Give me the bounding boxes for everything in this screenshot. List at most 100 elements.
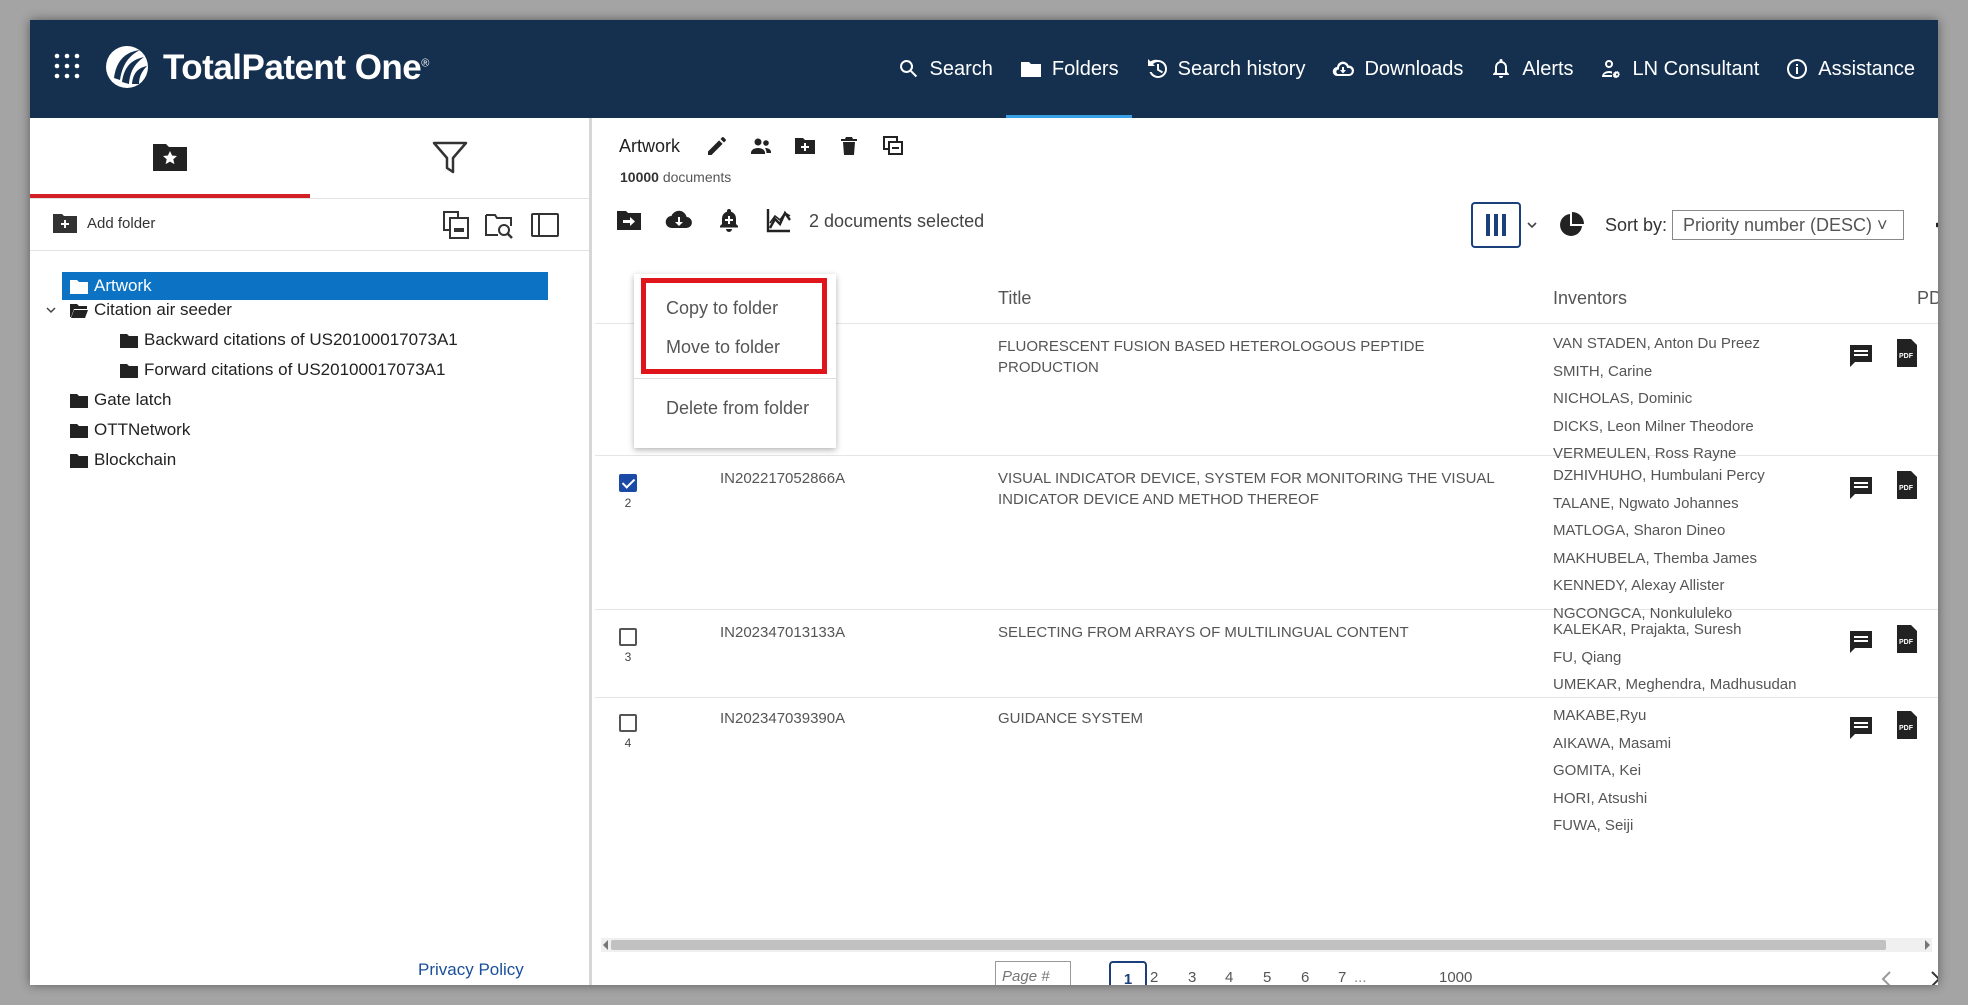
document-title[interactable]: VISUAL INDICATOR DEVICE, SYSTEM FOR MONI…	[998, 468, 1508, 510]
row-number: 3	[624, 650, 632, 664]
column-view-button[interactable]	[1471, 202, 1521, 248]
pdf-icon[interactable]: PDF	[1895, 470, 1919, 500]
nav-search-history-label: Search history	[1177, 57, 1306, 80]
page-button[interactable]: 2	[1150, 969, 1158, 985]
apps-grid-icon[interactable]	[52, 51, 82, 81]
pie-chart-icon[interactable]	[1557, 211, 1585, 239]
selection-count: 2 documents selected	[809, 211, 985, 231]
chevron-left-icon[interactable]	[1877, 967, 1897, 985]
sort-select[interactable]: Priority number (DESC) ˅	[1672, 210, 1904, 240]
comment-icon[interactable]	[1847, 714, 1875, 742]
logo-icon	[106, 46, 148, 88]
page-button[interactable]: 6	[1301, 969, 1309, 985]
pencil-icon	[708, 137, 726, 155]
comment-icon[interactable]	[1847, 474, 1875, 502]
tab-filter[interactable]	[310, 118, 590, 198]
folder-item-ottnetwork[interactable]: OTTNetwork	[70, 416, 190, 444]
pdf-icon[interactable]: PDF	[1895, 338, 1919, 368]
chevron-right-icon[interactable]	[1925, 967, 1938, 985]
row-checkbox[interactable]	[619, 714, 637, 732]
duplicate-folder-button[interactable]	[881, 134, 907, 160]
pdf-icon[interactable]: PDF	[1895, 624, 1919, 654]
folder-label: Forward citations of US20100017073A1	[144, 360, 446, 379]
gear-icon[interactable]	[1934, 210, 1938, 240]
folder-icon	[120, 363, 138, 378]
pdf-icon[interactable]: PDF	[1895, 710, 1919, 740]
inventor: TALANE, Ngwato Johannes	[1553, 494, 1739, 512]
folder-item-citation-air-seeder[interactable]: Citation air seeder	[70, 296, 232, 324]
copy-folders-icon	[443, 211, 469, 239]
add-folder-button[interactable]: Add folder	[52, 212, 155, 234]
scrollbar-thumb[interactable]	[611, 940, 1886, 950]
row-checkbox[interactable]	[619, 474, 637, 492]
toggle-panel-button[interactable]	[530, 210, 560, 240]
nav-assistance[interactable]: Assistance	[1772, 20, 1928, 118]
menu-item-delete-from-folder[interactable]: Delete from folder	[666, 398, 809, 419]
publication-number[interactable]: IN202347013133A	[720, 624, 845, 641]
column-header-inventors[interactable]: Inventors	[1553, 288, 1627, 309]
page-button-last[interactable]: 1000	[1439, 969, 1472, 985]
inventor: FUWA, Seiji	[1553, 817, 1634, 835]
delete-folder-button[interactable]	[837, 134, 863, 160]
publication-number[interactable]: IN202347039390A	[720, 710, 845, 727]
search-icon	[899, 60, 917, 78]
inventor: MAKHUBELA, Themba James	[1553, 549, 1757, 567]
column-header-title[interactable]: Title	[998, 288, 1031, 309]
publication-number[interactable]: IN202217052866A	[720, 470, 845, 487]
folder-item-gate-latch[interactable]: Gate latch	[70, 386, 172, 414]
page-number-input[interactable]	[995, 961, 1071, 985]
nav-assistance-label: Assistance	[1818, 57, 1915, 80]
logo-text[interactable]: TotalPatent One®	[163, 48, 429, 88]
sidebar-panel-icon	[531, 213, 559, 237]
add-alert-button[interactable]	[715, 206, 743, 234]
privacy-policy-link[interactable]: Privacy Policy	[418, 960, 524, 980]
comment-icon[interactable]	[1847, 628, 1875, 656]
chevron-down-icon[interactable]	[1525, 218, 1539, 232]
scroll-right-arrow[interactable]	[1925, 940, 1930, 950]
document-title[interactable]: FLUORESCENT FUSION BASED HETEROLOGOUS PE…	[998, 336, 1508, 378]
nav-ln-consultant[interactable]: LN Consultant	[1587, 20, 1773, 118]
folder-label: OTTNetwork	[94, 420, 191, 439]
inventors-list: DZHIVHUHO, Humbulani Percy TALANE, Ngwat…	[1553, 462, 1765, 628]
analytics-button[interactable]	[765, 206, 793, 234]
folder-item-backward-citations[interactable]: Backward citations of US20100017073A1	[120, 326, 458, 354]
search-folders-button[interactable]	[484, 210, 514, 240]
nav-search-history[interactable]: Search history	[1132, 20, 1319, 118]
user-gear-icon	[1601, 60, 1620, 79]
comment-icon[interactable]	[1847, 342, 1875, 370]
rename-button[interactable]	[705, 134, 731, 160]
page-button[interactable]: 4	[1225, 969, 1233, 985]
cloud-download-icon	[665, 210, 692, 229]
add-folder-icon	[795, 138, 815, 154]
nav-folders[interactable]: Folders	[1005, 20, 1132, 118]
copy-folders-button[interactable]	[442, 210, 472, 240]
cloud-download-icon	[1333, 61, 1355, 77]
inventor: KALEKAR, Prajakta, Suresh	[1553, 621, 1742, 638]
horizontal-scrollbar[interactable]	[601, 938, 1932, 952]
nav-search[interactable]: Search	[884, 20, 1006, 118]
nav-folders-label: Folders	[1051, 57, 1119, 80]
document-title[interactable]: GUIDANCE SYSTEM	[998, 708, 1508, 729]
folder-item-blockchain[interactable]: Blockchain	[70, 446, 176, 474]
folder-item-forward-citations[interactable]: Forward citations of US20100017073A1	[120, 356, 445, 384]
document-title[interactable]: SELECTING FROM ARRAYS OF MULTILINGUAL CO…	[998, 622, 1508, 643]
chevron-down-icon[interactable]	[44, 303, 58, 317]
new-subfolder-button[interactable]	[793, 134, 819, 160]
page-button[interactable]: 7	[1338, 969, 1346, 985]
share-button[interactable]	[749, 134, 775, 160]
nav-downloads[interactable]: Downloads	[1318, 20, 1476, 118]
move-documents-button[interactable]	[615, 206, 643, 234]
page-button[interactable]: 5	[1263, 969, 1271, 985]
nav-alerts[interactable]: Alerts	[1476, 20, 1586, 118]
row-number: 4	[624, 736, 632, 750]
page-button[interactable]: 3	[1188, 969, 1196, 985]
nav-ln-consultant-label: LN Consultant	[1632, 57, 1760, 80]
scroll-left-arrow[interactable]	[603, 940, 608, 950]
tab-my-folders[interactable]	[30, 118, 310, 198]
inventor: AIKAWA, Masami	[1553, 734, 1672, 752]
download-button[interactable]	[665, 206, 693, 234]
table-row: 2 IN202217052866A VISUAL INDICATOR DEVIC…	[595, 456, 1938, 622]
row-checkbox[interactable]	[619, 628, 637, 646]
page-button-current[interactable]: 1	[1109, 961, 1147, 985]
add-folder-label: Add folder	[87, 214, 156, 232]
